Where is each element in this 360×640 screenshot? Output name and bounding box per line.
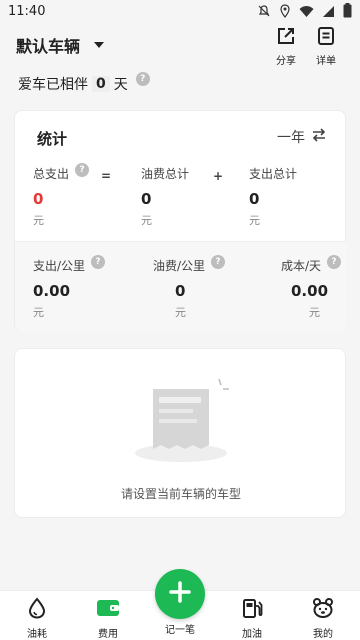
empty-document-illustration (135, 377, 231, 467)
together-suffix: 天 (113, 77, 128, 93)
period-label: 一年 (277, 130, 305, 146)
together-days: 爱车已相伴 0 天 ? (18, 72, 150, 94)
car-model-empty-card[interactable]: 请设置当前车辆的车型 (14, 348, 346, 518)
stats-card: 统计 一年 总支出? 0 元 = 油费总计 0 元 + 支出总计 0 元 支出/… (14, 110, 347, 332)
stat-value: 0.00 (291, 282, 329, 300)
help-icon[interactable]: ? (327, 254, 342, 269)
caret-down-icon (94, 42, 105, 48)
stat-unit: 元 (141, 214, 152, 227)
period-selector[interactable]: 一年 (277, 127, 327, 147)
stat-unit: 元 (175, 306, 186, 319)
together-prefix: 爱车已相伴 (18, 77, 88, 93)
detail-button[interactable]: 详单 (312, 26, 340, 67)
stat-fuel-per-km: 油费/公里? 0 元 (153, 254, 226, 320)
help-icon[interactable]: ? (91, 254, 106, 269)
nav-label: 费用 (98, 629, 118, 640)
stat-value: 0 (175, 282, 186, 300)
wallet-icon (96, 600, 120, 623)
status-time: 11:40 (8, 4, 46, 19)
stat-unit: 元 (249, 214, 260, 227)
nav-label: 记一笔 (165, 625, 195, 636)
list-icon (316, 27, 336, 50)
stat-value: 0.00 (33, 282, 71, 300)
stats-title: 统计 (37, 130, 68, 148)
nav-fuel-consumption[interactable]: 油耗 (12, 597, 62, 640)
share-button[interactable]: 分享 (272, 26, 300, 67)
stat-expense-total: 支出总计 0 元 (249, 165, 297, 228)
nav-label: 我的 (313, 629, 333, 640)
stat-value: 0 (249, 190, 260, 208)
stat-label: 支出总计 (249, 167, 298, 181)
swap-icon (311, 128, 327, 146)
battery-icon (343, 2, 352, 22)
nav-cost[interactable]: 费用 (83, 597, 133, 640)
stat-unit: 元 (33, 306, 44, 319)
stat-label: 油费/公里 (153, 259, 206, 273)
together-days-value: 0 (92, 76, 110, 92)
plus-icon (169, 581, 191, 607)
stat-unit: 元 (33, 214, 44, 227)
bottom-nav: 油耗 费用 记一笔 加油 我的 (0, 569, 360, 640)
share-label: 分享 (276, 56, 296, 67)
equals-sign: = (101, 169, 112, 183)
nav-mine[interactable]: 我的 (298, 597, 348, 640)
help-icon[interactable]: ? (75, 162, 90, 177)
app-header: 默认车辆 分享 详单 (0, 24, 360, 68)
gas-pump-icon (241, 599, 263, 623)
stat-expense-per-km: 支出/公里? 0.00 元 (33, 254, 106, 320)
stat-label: 成本/天 (281, 259, 322, 273)
plus-sign: + (213, 169, 224, 183)
stat-fuel-total: 油费总计 0 元 (141, 165, 189, 228)
car-name: 默认车辆 (16, 37, 81, 56)
stat-label: 油费总计 (141, 167, 190, 181)
stat-unit: 元 (309, 306, 320, 319)
nav-add-record[interactable]: 记一笔 (155, 569, 205, 636)
add-fab-button[interactable] (155, 569, 205, 619)
stat-total-expense: 总支出? 0 元 (33, 162, 90, 228)
wifi-icon (299, 3, 314, 22)
status-icons (257, 2, 352, 22)
nav-label: 加油 (242, 629, 262, 640)
nav-label: 油耗 (27, 629, 47, 640)
stat-value: 0 (33, 190, 44, 208)
detail-label: 详单 (316, 56, 336, 67)
stat-cost-per-day: 成本/天? 0.00 元 (281, 254, 342, 320)
signal-icon (322, 3, 335, 22)
bear-icon (312, 598, 334, 623)
stat-label: 支出/公里 (33, 259, 86, 273)
droplet-icon (26, 597, 48, 623)
location-icon (279, 3, 291, 22)
help-icon[interactable]: ? (211, 254, 226, 269)
stat-value: 0 (141, 190, 152, 208)
car-selector[interactable]: 默认车辆 (16, 33, 105, 57)
stat-label: 总支出 (33, 167, 70, 181)
nav-refuel[interactable]: 加油 (227, 597, 277, 640)
empty-state-message: 请设置当前车辆的车型 (120, 487, 241, 501)
help-icon[interactable]: ? (135, 72, 150, 86)
share-icon (276, 28, 296, 50)
status-bar: 11:40 (0, 0, 360, 24)
notifications-off-icon (257, 3, 271, 22)
